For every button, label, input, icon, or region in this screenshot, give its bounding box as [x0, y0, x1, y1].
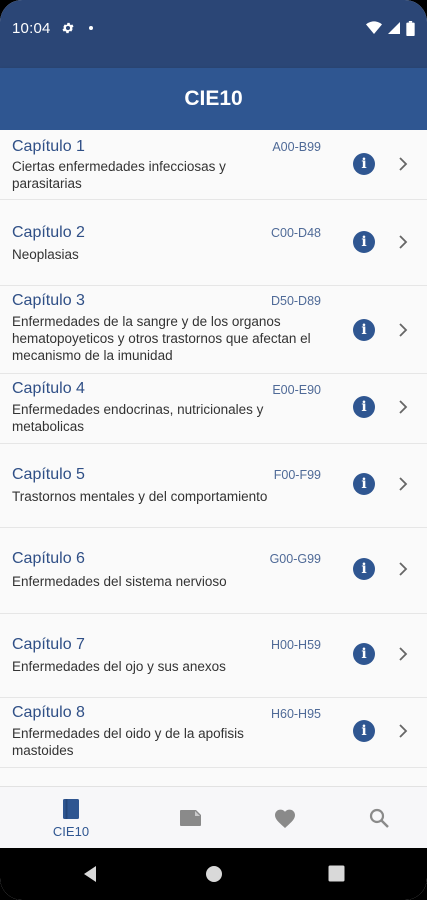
chapter-description: Enfermedades del sistema nervioso — [12, 574, 227, 589]
battery-icon — [406, 20, 415, 36]
home-icon[interactable] — [205, 865, 223, 883]
status-time: 10:04 — [12, 19, 51, 37]
chapter-code: F00-F99 — [273, 468, 321, 482]
chapter-code: H00-H59 — [270, 638, 321, 652]
chapter-description: Enfermedades del oido y de la apofisis m… — [12, 726, 244, 758]
nav-item-cie10[interactable]: CIE10 — [18, 787, 124, 849]
chevron-right-icon[interactable] — [397, 476, 409, 492]
heart-icon — [275, 809, 295, 828]
chapter-description: Enfermedades endocrinas, nutricionales y… — [12, 402, 264, 434]
list-item-chapter-8[interactable]: Capítulo 8 H60-H95 Enfermedades del oido… — [0, 698, 427, 768]
list-item-chapter-2[interactable]: Capítulo 2 C00-D48 Neoplasias i — [0, 200, 427, 286]
chapter-title: Capítulo 8 — [12, 704, 85, 721]
chapter-code: E00-E90 — [272, 383, 321, 397]
chapter-title: Capítulo 3 — [12, 292, 85, 309]
wifi-icon — [366, 21, 382, 34]
signal-icon — [388, 22, 400, 34]
list-item-chapter-5[interactable]: Capítulo 5 F00-F99 Trastornos mentales y… — [0, 444, 427, 528]
chapter-list: Capítulo 1 A00-B99 Ciertas enfermedades … — [0, 130, 427, 786]
chevron-right-icon[interactable] — [397, 234, 409, 250]
chevron-right-icon[interactable] — [397, 561, 409, 577]
chapter-description: Neoplasias — [12, 247, 79, 262]
nav-label-cie10: CIE10 — [52, 823, 90, 839]
chapter-code: G00-G99 — [269, 552, 321, 566]
chapter-title: Capítulo 2 — [12, 224, 85, 241]
chapter-code: C00-D48 — [270, 226, 321, 240]
nav-item-search[interactable] — [326, 787, 427, 849]
back-icon[interactable] — [82, 865, 98, 883]
chevron-right-icon[interactable] — [397, 399, 409, 415]
notification-dot-icon — [88, 26, 93, 30]
list-item-chapter-3[interactable]: Capítulo 3 D50-D89 Enfermedades de la sa… — [0, 286, 427, 374]
chevron-right-icon[interactable] — [397, 723, 409, 739]
book-icon — [63, 798, 79, 819]
list-item-chapter-7[interactable]: Capítulo 7 H00-H59 Enfermedades del ojo … — [0, 614, 427, 698]
nav-item-labels[interactable] — [138, 787, 244, 849]
info-icon[interactable]: i — [353, 319, 375, 341]
list-item-chapter-1[interactable]: Capítulo 1 A00-B99 Ciertas enfermedades … — [0, 130, 427, 200]
chapter-title: Capítulo 1 — [12, 138, 85, 155]
label-icon — [180, 810, 201, 826]
status-bar-extension — [0, 56, 427, 68]
chevron-right-icon[interactable] — [397, 322, 409, 338]
system-navigation-bar — [0, 848, 427, 900]
chapter-description: Enfermedades del ojo y sus anexos — [12, 659, 226, 674]
list-item-chapter-4[interactable]: Capítulo 4 E00-E90 Enfermedades endocrin… — [0, 374, 427, 444]
chevron-right-icon[interactable] — [397, 156, 409, 172]
info-icon[interactable]: i — [353, 153, 375, 175]
recents-icon[interactable] — [328, 865, 345, 882]
info-icon[interactable]: i — [353, 720, 375, 742]
nav-item-favorites[interactable] — [232, 787, 338, 849]
chapter-title: Capítulo 7 — [12, 636, 85, 653]
status-bar: 10:04 — [0, 0, 427, 56]
info-icon[interactable]: i — [353, 473, 375, 495]
app-title: CIE10 — [184, 87, 243, 110]
bottom-navigation: CIE10 — [0, 786, 427, 848]
chapter-title: Capítulo 4 — [12, 380, 85, 397]
chapter-description: Enfermedades de la sangre y de los organ… — [12, 314, 311, 363]
search-icon — [369, 808, 389, 828]
info-icon[interactable]: i — [353, 396, 375, 418]
info-icon[interactable]: i — [353, 643, 375, 665]
info-icon[interactable]: i — [353, 558, 375, 580]
info-icon[interactable]: i — [353, 231, 375, 253]
list-item-chapter-6[interactable]: Capítulo 6 G00-G99 Enfermedades del sist… — [0, 528, 427, 614]
chapter-title: Capítulo 6 — [12, 550, 85, 567]
chevron-right-icon[interactable] — [397, 646, 409, 662]
chapter-code: H60-H95 — [270, 707, 321, 721]
chapter-code: A00-B99 — [272, 140, 321, 154]
settings-icon — [62, 22, 74, 34]
chapter-code: D50-D89 — [270, 294, 321, 308]
phone-screen: 10:04 CIE10 Capítulo 1 A00-B99 Ciertas e… — [0, 0, 427, 900]
chapter-title: Capítulo 5 — [12, 466, 85, 483]
chapter-description: Ciertas enfermedades infecciosas y paras… — [12, 159, 226, 191]
chapter-description: Trastornos mentales y del comportamiento — [12, 489, 268, 504]
app-bar: CIE10 — [0, 68, 427, 130]
